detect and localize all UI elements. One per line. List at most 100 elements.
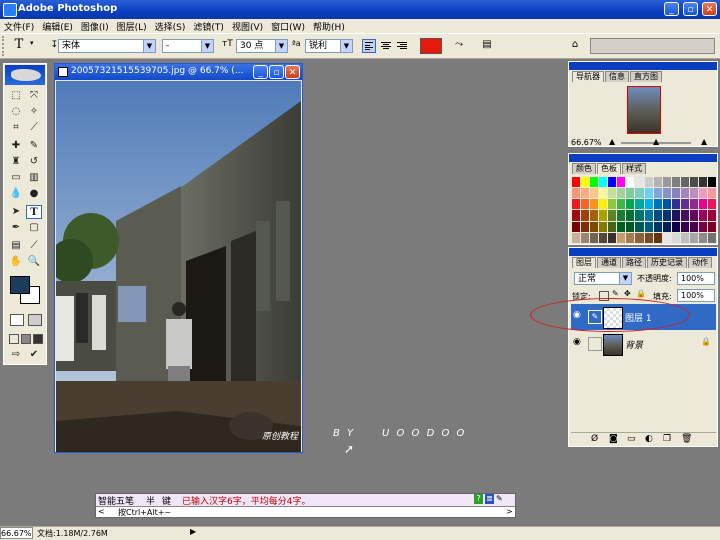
color-swatch[interactable] (608, 188, 617, 199)
tab-styles[interactable]: 样式 (622, 163, 646, 174)
tab-color[interactable]: 颜色 (572, 163, 596, 174)
preset-dropdown-arrow-icon[interactable]: ▾ (30, 39, 34, 47)
color-swatch[interactable] (644, 210, 653, 221)
color-swatch[interactable] (599, 221, 608, 232)
color-swatch[interactable] (680, 232, 689, 243)
slice-tool-icon[interactable]: ⟋ (26, 121, 42, 135)
magic-wand-icon[interactable]: ✧ (26, 105, 42, 119)
navigator-palette-header[interactable] (569, 62, 717, 70)
align-right-button[interactable] (396, 39, 408, 53)
type-tool-icon[interactable]: T (26, 205, 42, 219)
doc-close-button[interactable]: ✕ (285, 65, 300, 79)
color-swatch[interactable] (581, 210, 590, 221)
color-swatch[interactable] (626, 210, 635, 221)
color-swatch[interactable] (599, 232, 608, 243)
align-center-button[interactable] (380, 39, 392, 53)
palettes-toggle-icon[interactable]: ▤ (480, 38, 494, 52)
minimize-button[interactable]: _ (664, 2, 679, 16)
color-swatch[interactable] (689, 221, 698, 232)
color-swatch[interactable] (581, 221, 590, 232)
color-swatch[interactable] (698, 188, 707, 199)
foreground-color-swatch[interactable] (10, 276, 30, 294)
color-swatch[interactable] (671, 188, 680, 199)
ime-next-icon[interactable]: > (506, 507, 513, 516)
status-menu-arrow-icon[interactable]: ▶ (190, 527, 196, 536)
pen-tool-icon[interactable]: ✒ (8, 221, 24, 235)
crop-tool-icon[interactable]: ⌗ (8, 121, 24, 135)
color-swatch[interactable] (608, 177, 617, 188)
fill-field[interactable]: 100% (677, 289, 715, 302)
zoom-slider-thumb[interactable]: ▲ (653, 137, 659, 146)
color-swatch[interactable] (635, 188, 644, 199)
color-swatch[interactable] (644, 199, 653, 210)
color-swatch[interactable] (707, 177, 716, 188)
add-mask-icon[interactable]: ◙ (609, 434, 618, 444)
color-swatch[interactable] (653, 232, 662, 243)
color-swatch[interactable] (698, 232, 707, 243)
path-selection-icon[interactable]: ➤ (8, 205, 24, 219)
imageready-jump-icon[interactable]: ⇨ (8, 348, 24, 362)
layer-row-background[interactable]: ◉ 背景 🔒 (571, 331, 716, 357)
color-swatch[interactable] (608, 199, 617, 210)
marquee-tool-icon[interactable]: ⬚ (8, 89, 24, 103)
color-swatch[interactable] (698, 177, 707, 188)
color-swatch[interactable] (626, 177, 635, 188)
doc-maximize-button[interactable]: ▫ (269, 65, 284, 79)
color-swatch[interactable] (698, 199, 707, 210)
lock-all-icon[interactable]: 🔒 (636, 289, 646, 298)
color-swatch[interactable] (599, 199, 608, 210)
color-swatch[interactable] (599, 210, 608, 221)
color-swatch[interactable] (689, 199, 698, 210)
color-swatch[interactable] (581, 232, 590, 243)
color-swatch[interactable] (644, 177, 653, 188)
menu-view[interactable]: 视图(V) (228, 19, 267, 33)
color-swatch[interactable] (707, 188, 716, 199)
color-swatch[interactable] (707, 221, 716, 232)
shape-tool-icon[interactable]: ▢ (26, 221, 42, 235)
color-swatch[interactable] (698, 210, 707, 221)
healing-brush-icon[interactable]: ✚ (8, 139, 24, 153)
color-swatch[interactable] (581, 188, 590, 199)
menu-help[interactable]: 帮助(H) (309, 19, 349, 33)
color-swatch[interactable] (644, 188, 653, 199)
color-swatch[interactable] (608, 210, 617, 221)
move-tool-icon[interactable]: ⤧ (26, 89, 42, 103)
screen-mode-full-button[interactable] (33, 334, 43, 344)
photoshop-app-icon[interactable] (3, 3, 17, 17)
color-swatch[interactable] (662, 221, 671, 232)
tab-history[interactable]: 历史记录 (647, 257, 687, 268)
color-swatch[interactable] (590, 188, 599, 199)
ime-book-icon[interactable]: ≣ (485, 494, 494, 504)
blur-tool-icon[interactable]: 💧 (8, 187, 24, 201)
trash-icon[interactable]: 🗑 (681, 434, 692, 444)
zoom-out-icon[interactable]: ▲ (609, 137, 615, 146)
color-swatch[interactable] (635, 232, 644, 243)
color-swatch[interactable] (662, 188, 671, 199)
color-swatch[interactable] (617, 177, 626, 188)
ime-help-icon[interactable]: ? (474, 494, 483, 504)
color-swatch[interactable] (671, 210, 680, 221)
status-zoom[interactable]: 66.67% (0, 527, 33, 539)
color-swatch[interactable] (653, 177, 662, 188)
notes-tool-icon[interactable]: ▤ (8, 239, 24, 253)
color-swatch[interactable] (689, 188, 698, 199)
color-swatch[interactable] (635, 210, 644, 221)
tab-histogram[interactable]: 直方图 (630, 71, 662, 82)
color-swatch[interactable] (572, 188, 581, 199)
menu-select[interactable]: 选择(S) (151, 19, 190, 33)
color-swatch[interactable] (671, 177, 680, 188)
color-swatch[interactable] (698, 221, 707, 232)
color-swatch[interactable] (644, 232, 653, 243)
color-swatch[interactable] (671, 221, 680, 232)
tab-layers[interactable]: 图层 (572, 257, 596, 268)
opacity-field[interactable]: 100% (677, 272, 715, 285)
screen-mode-standard-button[interactable] (9, 334, 19, 344)
color-swatch[interactable] (680, 210, 689, 221)
layers-palette-header[interactable] (569, 248, 717, 256)
doc-minimize-button[interactable]: _ (253, 65, 268, 79)
menu-edit[interactable]: 编辑(E) (38, 19, 77, 33)
text-tool-preset-icon[interactable]: T (12, 38, 26, 52)
color-swatch[interactable] (617, 199, 626, 210)
palette-well[interactable] (590, 38, 715, 54)
menu-window[interactable]: 窗口(W) (267, 19, 309, 33)
